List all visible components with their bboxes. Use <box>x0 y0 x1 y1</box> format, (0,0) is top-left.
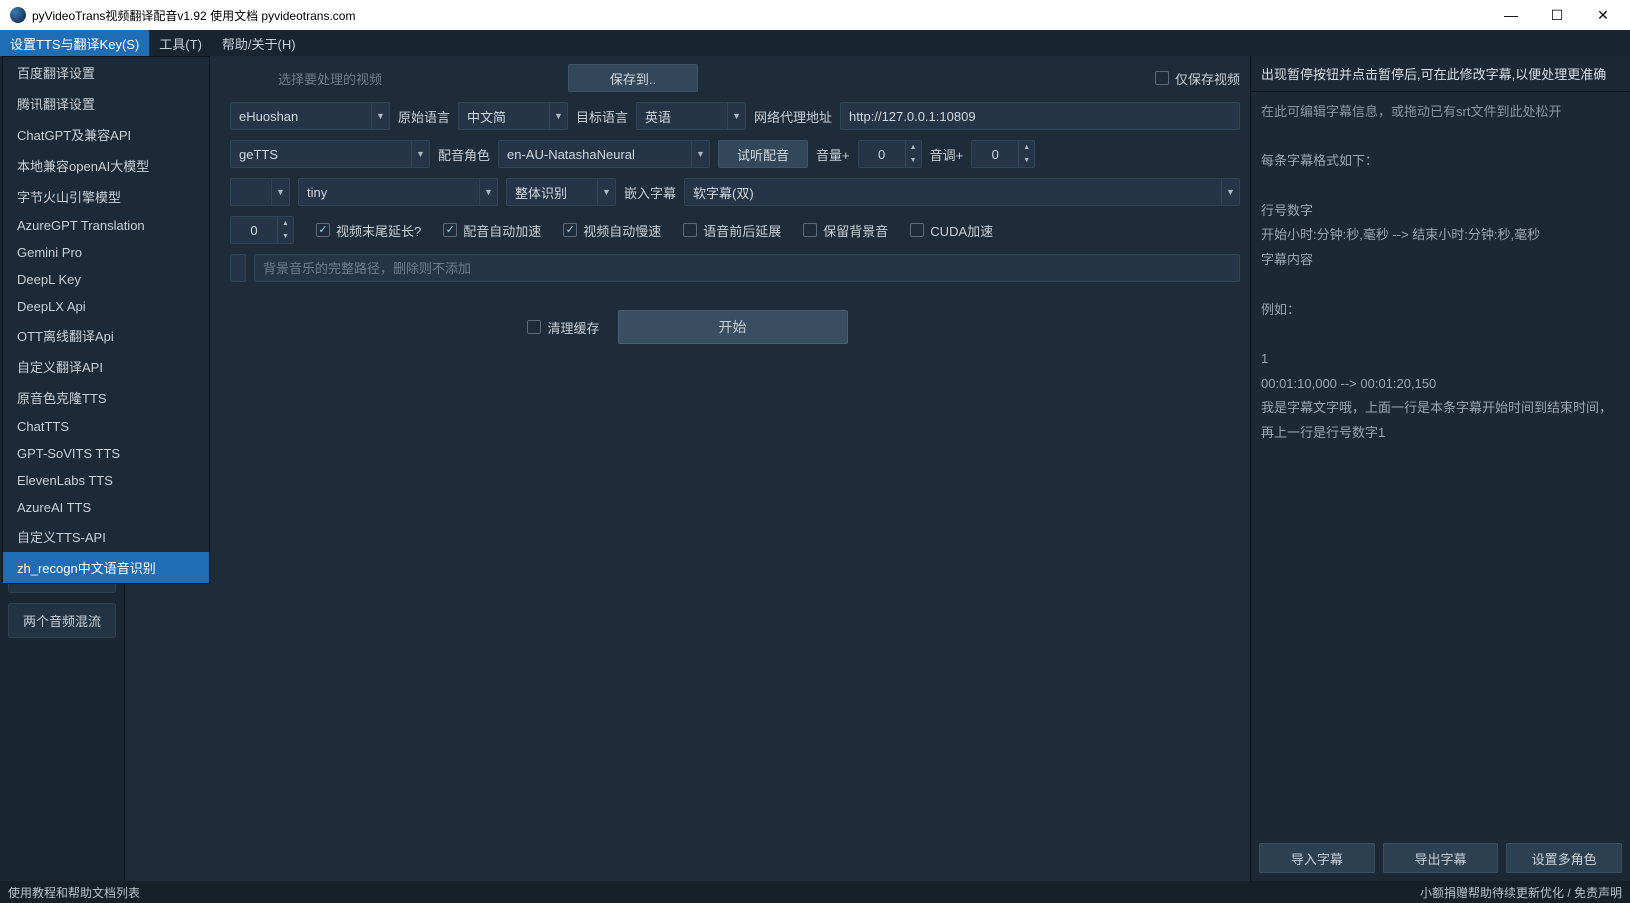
dropdown-item[interactable]: GPT-SoVITS TTS <box>3 440 209 467</box>
subtitle-header: 出现暂停按钮并点击暂停后,可在此修改字幕,以便处理更准确 <box>1251 56 1630 92</box>
dropdown-item[interactable]: 字节火山引擎模型 <box>3 181 209 212</box>
test-voice-button[interactable]: 试听配音 <box>718 140 808 168</box>
pitch-label: 音调+ <box>930 145 964 164</box>
embed-sub-label: 嵌入字幕 <box>624 183 676 202</box>
keep-bg-check[interactable]: 保留背景音 <box>803 221 888 240</box>
dropdown-item[interactable]: ChatGPT及兼容API <box>3 119 209 150</box>
menu-help[interactable]: 帮助/关于(H) <box>212 30 306 56</box>
auto-speed-check[interactable]: 配音自动加速 <box>443 221 541 240</box>
window-titlebar: pyVideoTrans视频翻译配音v1.92 使用文档 pyvideotran… <box>0 0 1630 30</box>
proxy-label: 网络代理地址 <box>754 107 832 126</box>
menu-bar: 设置TTS与翻译Key(S) 工具(T) 帮助/关于(H) <box>0 30 1630 56</box>
status-right[interactable]: 小额捐赠帮助待续更新优化 / 免责声明 <box>1420 884 1622 901</box>
proxy-input[interactable] <box>840 102 1240 130</box>
dropdown-item[interactable]: 百度翻译设置 <box>3 57 209 88</box>
subtitle-panel: 出现暂停按钮并点击暂停后,可在此修改字幕,以便处理更准确 在此可编辑字幕信息，或… <box>1250 56 1630 881</box>
dropdown-item[interactable]: 腾讯翻译设置 <box>3 88 209 119</box>
embed-sub-combo[interactable]: 软字幕(双)▼ <box>684 178 1240 206</box>
minimize-button[interactable]: — <box>1488 0 1534 30</box>
dropdown-item[interactable]: DeepLX Api <box>3 293 209 320</box>
settings-dropdown[interactable]: 百度翻译设置腾讯翻译设置ChatGPT及兼容API本地兼容openAI大模型字节… <box>2 56 210 584</box>
pitch-spin[interactable]: ▲▼ <box>971 140 1035 168</box>
dropdown-item[interactable]: 本地兼容openAI大模型 <box>3 150 209 181</box>
count-spin[interactable]: ▲▼ <box>230 216 294 244</box>
subtitle-editor[interactable]: 在此可编辑字幕信息，或拖动已有srt文件到此处松开 每条字幕格式如下： 行号数字… <box>1251 92 1630 835</box>
export-srt-button[interactable]: 导出字幕 <box>1383 843 1499 873</box>
tgt-lang-label: 目标语言 <box>576 107 628 126</box>
close-button[interactable]: ✕ <box>1580 0 1626 30</box>
only-save-video-check[interactable]: 仅保存视频 <box>1155 69 1240 88</box>
extend-tail-check[interactable]: 视频末尾延长? <box>316 221 421 240</box>
volume-label: 音量+ <box>816 145 850 164</box>
volume-spin[interactable]: ▲▼ <box>858 140 922 168</box>
whole-recogn-combo[interactable]: 整体识别▼ <box>506 178 616 206</box>
sidebar-btn-mix[interactable]: 两个音频混流 <box>8 603 116 638</box>
src-lang-label: 原始语言 <box>398 107 450 126</box>
model-combo[interactable]: tiny▼ <box>298 178 498 206</box>
cuda-check[interactable]: CUDA加速 <box>910 221 993 240</box>
menu-settings[interactable]: 设置TTS与翻译Key(S) <box>0 30 149 56</box>
dropdown-item[interactable]: DeepL Key <box>3 266 209 293</box>
dropdown-item[interactable]: ElevenLabs TTS <box>3 467 209 494</box>
maximize-button[interactable]: ☐ <box>1534 0 1580 30</box>
window-title: pyVideoTrans视频翻译配音v1.92 使用文档 pyvideotran… <box>32 7 355 24</box>
clear-cache-check[interactable]: 清理缓存 <box>527 318 599 337</box>
tts-engine-combo[interactable]: geTTS▼ <box>230 140 430 168</box>
bg-music-btn[interactable] <box>230 254 246 282</box>
save-to-button[interactable]: 保存到.. <box>568 64 698 92</box>
recogn-combo-small[interactable]: ▼ <box>230 178 290 206</box>
import-srt-button[interactable]: 导入字幕 <box>1259 843 1375 873</box>
dropdown-item[interactable]: 自定义TTS-API <box>3 521 209 552</box>
main-panel: 选择要处理的视频 保存到.. 仅保存视频 eHuoshan▼ 原始语言 中文简▼… <box>125 56 1250 881</box>
dropdown-item[interactable]: AzureGPT Translation <box>3 212 209 239</box>
menu-tools[interactable]: 工具(T) <box>149 30 212 56</box>
status-left[interactable]: 使用教程和帮助文档列表 <box>8 884 140 901</box>
voice-pad-check[interactable]: 语音前后延展 <box>683 221 781 240</box>
status-bar: 使用教程和帮助文档列表 小额捐赠帮助待续更新优化 / 免责声明 <box>0 881 1630 903</box>
dropdown-item[interactable]: 原音色克隆TTS <box>3 382 209 413</box>
src-lang-combo[interactable]: 中文简▼ <box>458 102 568 130</box>
auto-slow-check[interactable]: 视频自动慢速 <box>563 221 661 240</box>
dropdown-item[interactable]: OTT离线翻译Api <box>3 320 209 351</box>
voice-role-label: 配音角色 <box>438 145 490 164</box>
translate-engine-combo[interactable]: eHuoshan▼ <box>230 102 390 130</box>
tgt-lang-combo[interactable]: 英语▼ <box>636 102 746 130</box>
multi-role-button[interactable]: 设置多角色 <box>1506 843 1622 873</box>
app-icon <box>10 7 26 23</box>
start-button[interactable]: 开始 <box>618 310 848 344</box>
dropdown-item[interactable]: Gemini Pro <box>3 239 209 266</box>
voice-role-combo[interactable]: en-AU-NatashaNeural▼ <box>498 140 710 168</box>
dropdown-item[interactable]: ChatTTS <box>3 413 209 440</box>
bg-music-input[interactable] <box>254 254 1240 282</box>
dropdown-item[interactable]: AzureAI TTS <box>3 494 209 521</box>
dropdown-item[interactable]: zh_recogn中文语音识别 <box>3 552 209 583</box>
select-video-label: 选择要处理的视频 <box>278 69 382 88</box>
dropdown-item[interactable]: 自定义翻译API <box>3 351 209 382</box>
